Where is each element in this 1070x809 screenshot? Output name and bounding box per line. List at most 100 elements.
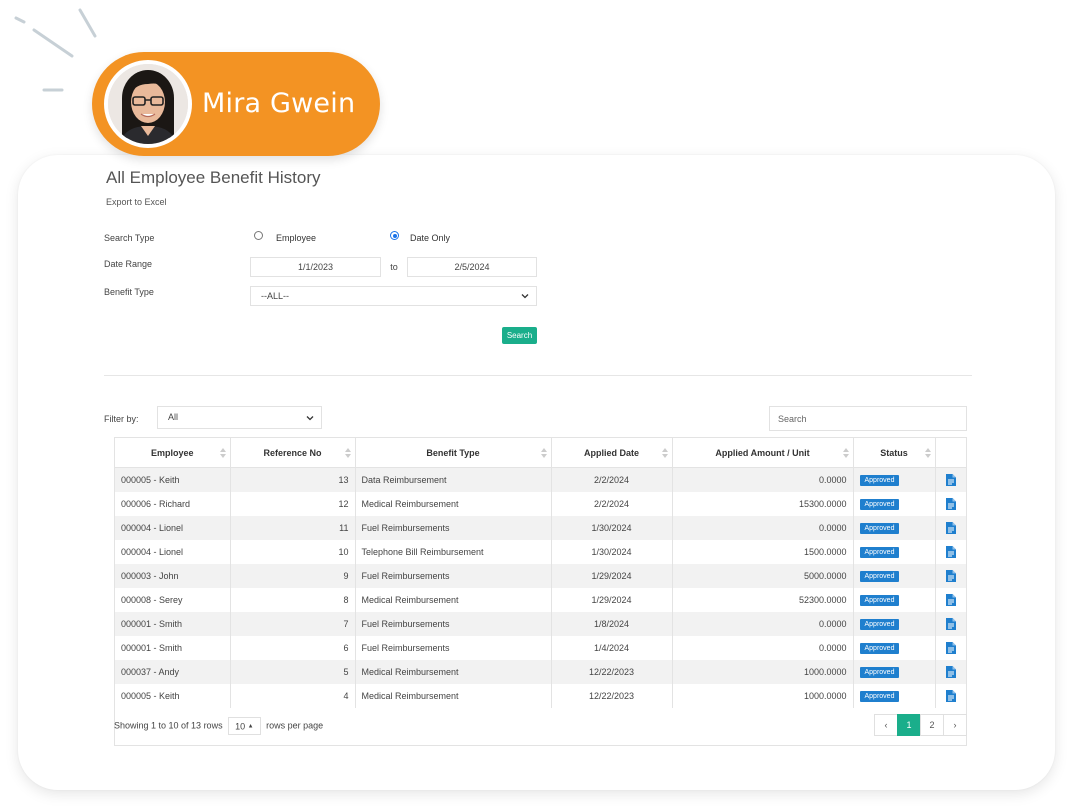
date-to-input[interactable]: 2/5/2024 bbox=[407, 257, 537, 277]
document-icon[interactable] bbox=[945, 546, 956, 558]
cell-reference-no: 4 bbox=[230, 684, 356, 708]
document-icon[interactable] bbox=[945, 570, 956, 582]
radio-date-only-label: Date Only bbox=[410, 233, 451, 243]
export-to-excel-link[interactable]: Export to Excel bbox=[106, 197, 167, 207]
cell-applied-date: 1/29/2024 bbox=[551, 564, 673, 588]
cell-applied-date: 1/4/2024 bbox=[551, 636, 673, 660]
cell-employee: 000001 - Smith bbox=[115, 612, 231, 636]
profile-name: Mira Gwein bbox=[202, 88, 356, 119]
document-icon[interactable] bbox=[945, 690, 956, 702]
column-header-status[interactable]: Status bbox=[853, 438, 936, 468]
column-header-benefit-type[interactable]: Benefit Type bbox=[355, 438, 552, 468]
filter-label: Filter by: bbox=[104, 414, 139, 424]
pagination-page-1[interactable]: 1 bbox=[897, 714, 921, 736]
table-row: 000005 - Keith 4 Medical Reimbursement 12/2… bbox=[115, 684, 966, 708]
sort-icon bbox=[924, 448, 931, 458]
document-icon[interactable] bbox=[945, 642, 956, 654]
cell-actions bbox=[935, 684, 966, 708]
benefit-type-select[interactable]: --ALL-- bbox=[250, 286, 537, 306]
table-row: 000008 - Serey 8 Medical Reimbursement 1/29… bbox=[115, 588, 966, 612]
column-header-reference-no[interactable]: Reference No bbox=[230, 438, 356, 468]
table-row: 000001 - Smith 7 Fuel Reimbursements 1/8/20… bbox=[115, 612, 966, 636]
page-size-select[interactable]: 10 ▲ bbox=[228, 716, 261, 735]
cell-applied-amount: 15300.0000 bbox=[672, 492, 854, 516]
cell-status: Approved bbox=[853, 540, 936, 564]
column-header-employee[interactable]: Employee bbox=[115, 438, 231, 468]
status-badge: Approved bbox=[859, 595, 900, 606]
cell-employee: 000006 - Richard bbox=[115, 492, 231, 516]
cell-applied-date: 1/30/2024 bbox=[551, 516, 673, 540]
date-from-input[interactable]: 1/1/2023 bbox=[250, 257, 381, 277]
cell-benefit-type: Fuel Reimbursements bbox=[355, 516, 552, 540]
cell-applied-date: 1/30/2024 bbox=[551, 540, 673, 564]
cell-employee: 000037 - Andy bbox=[115, 660, 231, 684]
radio-employee-label: Employee bbox=[276, 233, 317, 243]
document-icon[interactable] bbox=[945, 594, 956, 606]
table-header-row: Employee Reference No Benefit Type Appli… bbox=[115, 438, 966, 468]
table-row: 000004 - Lionel 10 Telephone Bill Reimburs… bbox=[115, 540, 966, 564]
cell-reference-no: 12 bbox=[230, 492, 356, 516]
profile-badge: Mira Gwein bbox=[92, 52, 380, 156]
radio-employee[interactable] bbox=[254, 231, 263, 240]
cell-status: Approved bbox=[853, 588, 936, 612]
cell-applied-amount: 0.0000 bbox=[672, 636, 854, 660]
benefit-type-value: --ALL-- bbox=[261, 291, 290, 301]
cell-benefit-type: Medical Reimbursement bbox=[355, 660, 552, 684]
status-badge: Approved bbox=[859, 499, 900, 510]
rows-per-page-text: rows per page bbox=[266, 720, 324, 731]
cell-status: Approved bbox=[853, 467, 936, 492]
showing-text: Showing 1 to 10 of 13 rows bbox=[114, 720, 223, 731]
filter-value: All bbox=[168, 412, 179, 422]
cell-applied-amount: 1000.0000 bbox=[672, 684, 854, 708]
cell-applied-amount: 0.0000 bbox=[672, 467, 854, 492]
document-icon[interactable] bbox=[945, 522, 956, 534]
status-badge: Approved bbox=[859, 523, 900, 534]
cell-reference-no: 10 bbox=[230, 540, 356, 564]
cell-applied-date: 1/8/2024 bbox=[551, 612, 673, 636]
cell-applied-amount: 0.0000 bbox=[672, 516, 854, 540]
pagination-page-2[interactable]: 2 bbox=[920, 714, 944, 736]
cell-applied-date: 12/22/2023 bbox=[551, 660, 673, 684]
cell-actions bbox=[935, 588, 966, 612]
pagination-prev[interactable]: ‹ bbox=[874, 714, 898, 736]
cell-benefit-type: Fuel Reimbursements bbox=[355, 564, 552, 588]
cell-applied-date: 12/22/2023 bbox=[551, 684, 673, 708]
cell-reference-no: 11 bbox=[230, 516, 356, 540]
sort-icon bbox=[344, 448, 351, 458]
column-header-applied-amount[interactable]: Applied Amount / Unit bbox=[672, 438, 854, 468]
cell-applied-date: 1/29/2024 bbox=[551, 588, 673, 612]
date-range-label: Date Range bbox=[104, 259, 153, 269]
table-row: 000006 - Richard 12 Medical Reimbursement 2… bbox=[115, 492, 966, 516]
table-search-input[interactable] bbox=[769, 406, 967, 431]
benefit-type-label: Benefit Type bbox=[104, 287, 154, 297]
cell-benefit-type: Fuel Reimbursements bbox=[355, 612, 552, 636]
cell-actions bbox=[935, 540, 966, 564]
cell-status: Approved bbox=[853, 636, 936, 660]
cell-reference-no: 5 bbox=[230, 660, 356, 684]
column-header-applied-date[interactable]: Applied Date bbox=[551, 438, 673, 468]
column-header-actions bbox=[935, 438, 966, 468]
cell-employee: 000008 - Serey bbox=[115, 588, 231, 612]
pagination-next[interactable]: › bbox=[943, 714, 967, 736]
search-button[interactable]: Search bbox=[502, 327, 537, 344]
document-icon[interactable] bbox=[945, 666, 956, 678]
cell-actions bbox=[935, 660, 966, 684]
cell-employee: 000003 - John bbox=[115, 564, 231, 588]
decorative-burst bbox=[14, 8, 97, 92]
cell-employee: 000004 - Lionel bbox=[115, 516, 231, 540]
document-icon[interactable] bbox=[945, 474, 956, 486]
cell-status: Approved bbox=[853, 516, 936, 540]
cell-actions bbox=[935, 612, 966, 636]
document-icon[interactable] bbox=[945, 498, 956, 510]
caret-up-icon: ▲ bbox=[247, 723, 254, 730]
document-icon[interactable] bbox=[945, 618, 956, 630]
radio-date-only[interactable] bbox=[390, 231, 399, 240]
cell-benefit-type: Medical Reimbursement bbox=[355, 492, 552, 516]
filter-select[interactable]: All bbox=[157, 406, 322, 429]
cell-benefit-type: Data Reimbursement bbox=[355, 467, 552, 492]
cell-applied-amount: 1500.0000 bbox=[672, 540, 854, 564]
sort-icon bbox=[540, 448, 547, 458]
cell-employee: 000001 - Smith bbox=[115, 636, 231, 660]
cell-reference-no: 7 bbox=[230, 612, 356, 636]
cell-reference-no: 6 bbox=[230, 636, 356, 660]
